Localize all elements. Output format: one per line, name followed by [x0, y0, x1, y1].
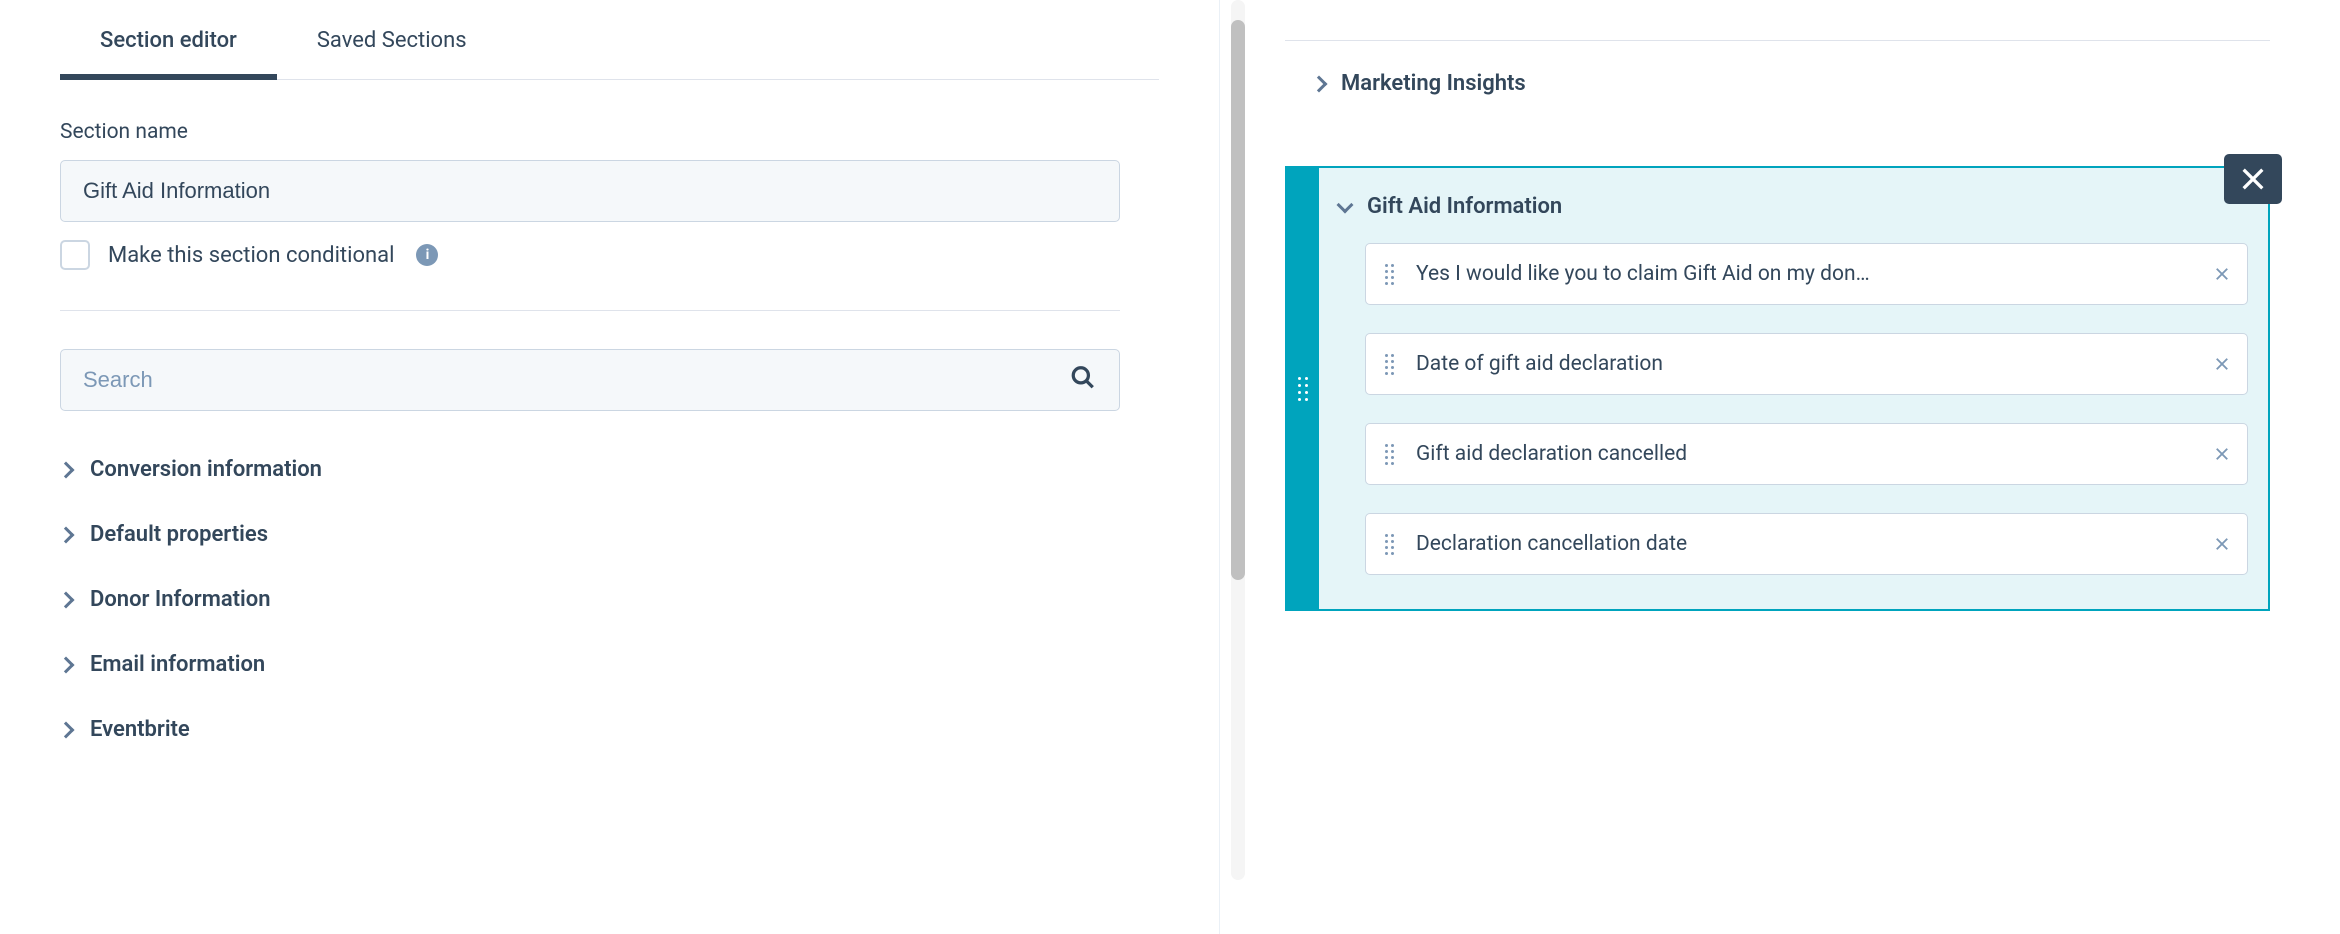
- property-drag-handle[interactable]: [1380, 264, 1398, 285]
- remove-property-button[interactable]: [2213, 355, 2231, 373]
- category-label: Conversion information: [90, 457, 322, 482]
- search-icon: [1070, 365, 1096, 396]
- drag-icon: [1385, 444, 1394, 465]
- category-eventbrite[interactable]: Eventbrite: [60, 697, 1159, 762]
- section-drag-handle[interactable]: [1287, 168, 1319, 609]
- property-list: Yes I would like you to claim Gift Aid o…: [1339, 243, 2248, 575]
- preview-section-title: Gift Aid Information: [1367, 194, 1562, 219]
- tab-section-editor[interactable]: Section editor: [100, 28, 237, 79]
- preview-section-gift-aid[interactable]: Gift Aid Information Yes I would like yo…: [1285, 166, 2270, 611]
- remove-property-button[interactable]: [2213, 445, 2231, 463]
- category-donor-information[interactable]: Donor Information: [60, 567, 1159, 632]
- preview-section-header[interactable]: Gift Aid Information: [1339, 194, 2248, 219]
- divider: [60, 310, 1120, 311]
- property-label: Date of gift aid declaration: [1416, 352, 2213, 376]
- conditional-checkbox-label: Make this section conditional: [108, 243, 394, 268]
- property-drag-handle[interactable]: [1380, 534, 1398, 555]
- conditional-checkbox[interactable]: [60, 240, 90, 270]
- preview-section-marketing-insights: Marketing Insights: [1285, 40, 2270, 126]
- search-input[interactable]: [60, 349, 1120, 411]
- remove-property-button[interactable]: [2213, 265, 2231, 283]
- chevron-down-icon: [1337, 196, 1354, 213]
- property-label: Gift aid declaration cancelled: [1416, 442, 2213, 466]
- property-drag-handle[interactable]: [1380, 444, 1398, 465]
- chevron-right-icon: [58, 656, 75, 673]
- drag-icon: [1385, 354, 1394, 375]
- property-item[interactable]: Yes I would like you to claim Gift Aid o…: [1365, 243, 2248, 305]
- category-conversion-information[interactable]: Conversion information: [60, 437, 1159, 502]
- section-name-group: Section name: [60, 120, 1159, 222]
- category-default-properties[interactable]: Default properties: [60, 502, 1159, 567]
- preview-section-header[interactable]: Marketing Insights: [1285, 71, 2270, 96]
- preview-section-title: Marketing Insights: [1341, 71, 1526, 96]
- close-section-button[interactable]: [2224, 154, 2282, 204]
- chevron-right-icon: [58, 526, 75, 543]
- remove-property-button[interactable]: [2213, 535, 2231, 553]
- property-item[interactable]: Declaration cancellation date: [1365, 513, 2248, 575]
- category-label: Eventbrite: [90, 717, 190, 742]
- category-email-information[interactable]: Email information: [60, 632, 1159, 697]
- tab-saved-sections[interactable]: Saved Sections: [317, 28, 467, 79]
- category-label: Donor Information: [90, 587, 270, 612]
- property-item[interactable]: Date of gift aid declaration: [1365, 333, 2248, 395]
- section-editor-panel: Section editor Saved Sections Section na…: [0, 0, 1220, 934]
- vertical-scrollbar[interactable]: [1231, 0, 1245, 880]
- drag-icon: [1385, 264, 1394, 285]
- search-wrap: [60, 349, 1120, 411]
- property-item[interactable]: Gift aid declaration cancelled: [1365, 423, 2248, 485]
- chevron-right-icon: [58, 591, 75, 608]
- drag-icon: [1385, 534, 1394, 555]
- chevron-right-icon: [58, 721, 75, 738]
- chevron-right-icon: [1311, 75, 1328, 92]
- property-drag-handle[interactable]: [1380, 354, 1398, 375]
- section-preview-panel: Marketing Insights Gift Aid Information: [1255, 0, 2340, 934]
- chevron-right-icon: [58, 461, 75, 478]
- category-label: Default properties: [90, 522, 268, 547]
- drag-icon: [1298, 377, 1308, 401]
- info-icon[interactable]: i: [416, 244, 438, 266]
- property-label: Declaration cancellation date: [1416, 532, 2213, 556]
- property-label: Yes I would like you to claim Gift Aid o…: [1416, 262, 2213, 286]
- section-name-input[interactable]: [60, 160, 1120, 222]
- property-category-list: Conversion information Default propertie…: [60, 437, 1159, 762]
- section-name-label: Section name: [60, 120, 1159, 144]
- scroll-thumb[interactable]: [1231, 20, 1245, 580]
- conditional-checkbox-row: Make this section conditional i: [60, 240, 1159, 270]
- category-label: Email information: [90, 652, 265, 677]
- tab-bar: Section editor Saved Sections: [60, 0, 1159, 80]
